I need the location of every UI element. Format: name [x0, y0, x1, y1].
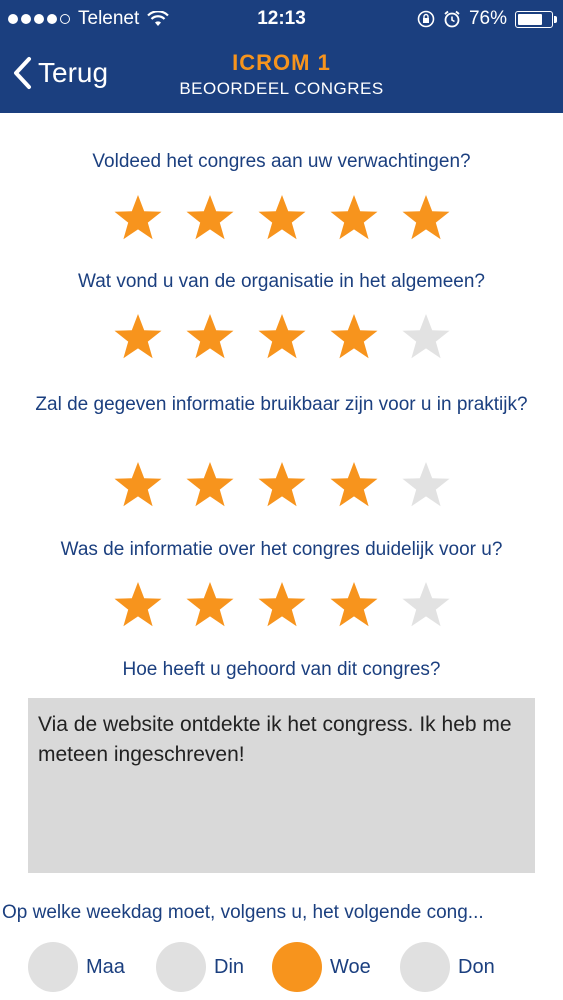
question-4: Was de informatie over het congres duide…	[60, 539, 503, 560]
question-3: Zal de gegeven informatie bruikbaar zijn…	[35, 394, 528, 415]
battery-icon	[515, 10, 557, 28]
star-filled-icon[interactable]	[401, 193, 451, 241]
rating-stars-2	[0, 312, 563, 360]
weekday-label: Maa	[86, 955, 125, 978]
question-2: Wat vond u van de organisatie in het alg…	[77, 271, 485, 292]
star-filled-icon[interactable]	[113, 580, 163, 628]
star-filled-icon[interactable]	[113, 312, 163, 360]
status-bar: Telenet 12:13 76%	[0, 0, 563, 38]
page-subtitle: BEOORDEEL CONGRES	[179, 79, 384, 98]
battery-percentage: 76%	[468, 8, 507, 29]
nav-title: ICROM 1 BEOORDEEL CONGRES	[0, 50, 563, 99]
radio-circle	[272, 942, 322, 992]
star-filled-icon[interactable]	[257, 193, 307, 241]
weekday-option-din[interactable]: Din	[156, 942, 244, 992]
question-1: Voldeed het congres aan uw verwachtingen…	[92, 151, 471, 172]
star-filled-icon[interactable]	[257, 460, 307, 508]
weekday-label: Din	[214, 955, 245, 978]
radio-circle	[400, 942, 450, 992]
battery-fill	[518, 13, 542, 25]
status-right: 76%	[417, 8, 557, 30]
star-empty-icon[interactable]	[401, 580, 451, 628]
radio-circle	[156, 942, 206, 992]
star-filled-icon[interactable]	[113, 460, 163, 508]
radio-circle	[28, 942, 78, 992]
star-filled-icon[interactable]	[257, 312, 307, 360]
weekday-option-don[interactable]: Don	[400, 942, 495, 992]
header: Telenet 12:13 76% Terug ICROM 1 BEOORDEE…	[0, 0, 563, 113]
weekday-label: Don	[458, 955, 495, 978]
heard-answer-textarea[interactable]: Via de website ontdekte ik het congress.…	[28, 698, 535, 873]
rating-stars-1	[0, 193, 563, 241]
heard-question: Hoe heeft u gehoord van dit congres?	[122, 659, 441, 680]
weekday-option-woe[interactable]: Woe	[272, 942, 371, 992]
star-filled-icon[interactable]	[113, 193, 163, 241]
star-filled-icon[interactable]	[185, 580, 235, 628]
star-filled-icon[interactable]	[185, 312, 235, 360]
weekday-label: Woe	[330, 955, 371, 978]
star-filled-icon[interactable]	[185, 193, 235, 241]
alarm-icon	[444, 10, 460, 28]
star-filled-icon[interactable]	[329, 312, 379, 360]
rating-stars-3	[0, 460, 563, 508]
rotation-lock-icon	[417, 10, 435, 28]
star-empty-icon[interactable]	[401, 460, 451, 508]
star-filled-icon[interactable]	[257, 580, 307, 628]
rating-stars-4	[0, 580, 563, 628]
weekday-option-maa[interactable]: Maa	[28, 942, 125, 992]
weekday-options: Maa Din Woe Don	[0, 942, 563, 994]
star-filled-icon[interactable]	[185, 460, 235, 508]
weekday-question: Op welke weekdag moet, volgens u, het vo…	[2, 902, 484, 923]
star-filled-icon[interactable]	[329, 460, 379, 508]
star-filled-icon[interactable]	[329, 580, 379, 628]
page-title: ICROM 1	[232, 50, 331, 75]
star-empty-icon[interactable]	[401, 312, 451, 360]
star-filled-icon[interactable]	[329, 193, 379, 241]
